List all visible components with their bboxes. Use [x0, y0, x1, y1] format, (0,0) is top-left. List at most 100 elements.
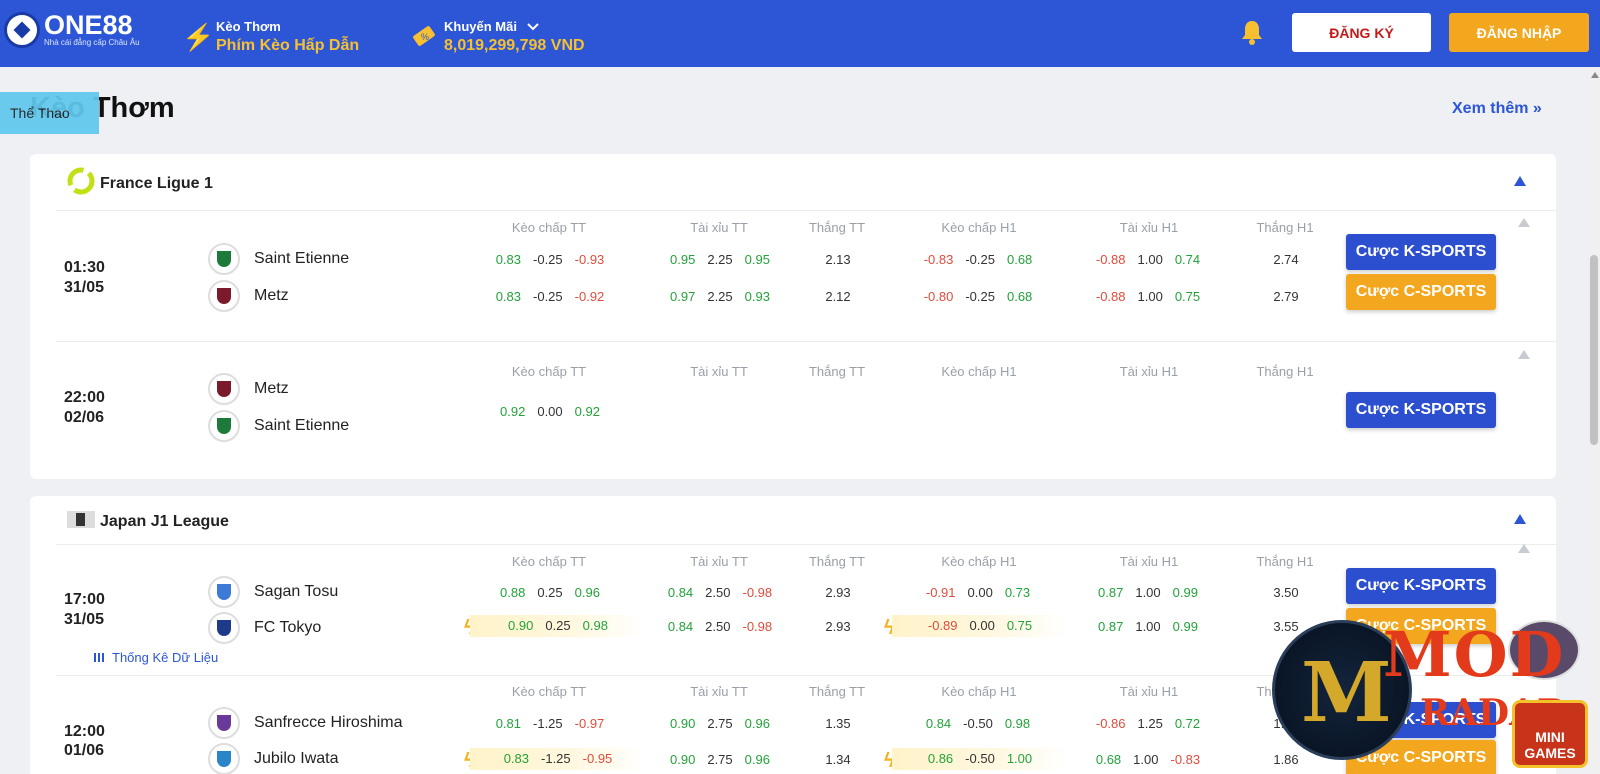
odds-win-tt[interactable]: 2.13	[808, 252, 868, 267]
odds-overunder-h1[interactable]: 0.87 1.00 0.99	[1068, 585, 1228, 600]
odds-overunder-h1[interactable]: -0.88 1.00 0.74	[1068, 252, 1228, 267]
team-away[interactable]: Saint Etienne	[208, 409, 349, 443]
row-collapse-icon[interactable]	[1518, 218, 1530, 227]
odds-handicap-tt-hot[interactable]: 0.83 -1.25 -0.95	[470, 748, 646, 770]
bet-c-sports-button[interactable]: Cược C-SPORTS	[1346, 274, 1496, 310]
row-collapse-icon[interactable]	[1518, 544, 1530, 553]
soccer-ball-icon	[4, 12, 40, 48]
chevron-down-icon[interactable]	[527, 18, 539, 36]
odds-overunder-tt[interactable]: 0.84 2.50 -0.98	[640, 619, 800, 634]
team-away[interactable]: FC Tokyo	[208, 611, 321, 645]
column-header: Thắng TT	[808, 684, 866, 699]
odds-win-tt[interactable]: 2.12	[808, 289, 868, 304]
team-name: Saint Etienne	[254, 417, 350, 434]
odds-handicap-h1[interactable]: 0.84 -0.50 0.98	[898, 716, 1058, 731]
scroll-up-arrow[interactable]	[1591, 72, 1599, 78]
match-time: 12:00	[64, 723, 105, 740]
team-crest-icon	[208, 373, 240, 405]
see-more-link[interactable]: Xem thêm »	[1452, 100, 1542, 118]
odds-handicap-h1[interactable]: -0.80 -0.25 0.68	[898, 289, 1058, 304]
column-header: Kèo chấp TT	[511, 554, 587, 569]
team-away[interactable]: Metz	[208, 279, 289, 313]
row-collapse-icon[interactable]	[1518, 350, 1530, 359]
odds-win-h1[interactable]: 3.50	[1256, 585, 1316, 600]
odds-win-h1[interactable]: 2.74	[1256, 252, 1316, 267]
match-time: 01:30	[64, 259, 105, 276]
odds-handicap-tt[interactable]: 0.92 0.00 0.92	[470, 404, 630, 419]
odds-win-h1[interactable]: 2.79	[1256, 289, 1316, 304]
column-header: Tài xỉu TT	[690, 684, 748, 699]
odds-overunder-tt[interactable]: 0.90 2.75 0.96	[640, 752, 800, 767]
odds-overunder-tt[interactable]: 0.84 2.50 -0.98	[640, 585, 800, 600]
column-header: Kèo chấp TT	[511, 364, 587, 379]
bet-k-sports-button[interactable]: Cược K-SPORTS	[1346, 568, 1496, 604]
site-logo[interactable]: ONE88 Nhà cái đẳng cấp Châu Âu	[4, 12, 140, 48]
team-home[interactable]: Metz	[208, 372, 289, 406]
team-name: Jubilo Iwata	[254, 750, 339, 767]
mini-games-button[interactable]: MINI GAMES	[1512, 700, 1588, 768]
scrollbar-thumb[interactable]	[1590, 255, 1598, 445]
odds-overunder-h1[interactable]: 0.68 1.00 -0.83	[1068, 752, 1228, 767]
odds-overunder-h1[interactable]: 0.87 1.00 0.99	[1068, 619, 1228, 634]
odds-handicap-tt[interactable]: 0.83 -0.25 -0.93	[470, 252, 630, 267]
odds-win-tt[interactable]: 2.93	[808, 619, 868, 634]
keo-thom-title: Kèo Thơm	[216, 19, 281, 34]
bet-k-sports-button[interactable]: Cược K-SPORTS	[1346, 234, 1496, 270]
match-row: 01:30 31/05 Saint Etienne Metz Kèo chấp …	[30, 210, 1556, 340]
keo-thom-menu[interactable]: ⚡ Kèo Thơm Phím Kèo Hấp Dẫn	[182, 18, 359, 56]
odds-overunder-tt[interactable]: 0.90 2.75 0.96	[640, 716, 800, 731]
odds-handicap-h1[interactable]: -0.83 -0.25 0.68	[898, 252, 1058, 267]
logo-name: ONE88	[44, 10, 133, 40]
odds-handicap-h1-hot[interactable]: -0.89 0.00 0.75	[892, 615, 1068, 637]
match-date: 02/06	[64, 409, 105, 426]
odds-overunder-tt[interactable]: 0.97 2.25 0.93	[640, 289, 800, 304]
match-time: 17:00	[64, 591, 105, 608]
sport-tag[interactable]: Thể Thao	[0, 92, 99, 134]
odds-overunder-tt[interactable]: 0.95 2.25 0.95	[640, 252, 800, 267]
ticket-icon: %	[410, 22, 436, 52]
column-header: Tài xỉu TT	[690, 554, 748, 569]
team-name: Metz	[254, 287, 289, 304]
team-home[interactable]: Sagan Tosu	[208, 575, 338, 609]
top-navigation-bar: ONE88 Nhà cái đẳng cấp Châu Âu ⚡ Kèo Thơ…	[0, 0, 1600, 67]
team-name: Sanfrecce Hiroshima	[254, 714, 403, 731]
collapse-toggle-icon[interactable]	[1514, 176, 1526, 186]
match-time: 22:00	[64, 389, 105, 406]
odds-handicap-tt[interactable]: 0.81 -1.25 -0.97	[470, 716, 630, 731]
register-button[interactable]: ĐĂNG KÝ	[1292, 13, 1431, 52]
team-away[interactable]: Jubilo Iwata	[208, 742, 339, 774]
match-row: 22:00 02/06 Metz Saint Etienne Kèo chấp …	[30, 350, 1556, 472]
login-button[interactable]: ĐĂNG NHẬP	[1449, 13, 1589, 52]
column-header: Kèo chấp H1	[941, 364, 1017, 379]
keo-thom-subtitle: Phím Kèo Hấp Dẫn	[216, 37, 360, 54]
odds-win-tt[interactable]: 2.93	[808, 585, 868, 600]
odds-handicap-tt[interactable]: 0.88 0.25 0.96	[470, 585, 630, 600]
team-home[interactable]: Sanfrecce Hiroshima	[208, 706, 403, 740]
stats-label: Thống Kê Dữ Liệu	[112, 650, 219, 665]
odds-handicap-tt-hot[interactable]: 0.90 0.25 0.98	[470, 615, 646, 637]
odds-handicap-tt[interactable]: 0.83 -0.25 -0.92	[470, 289, 630, 304]
odds-handicap-h1-hot[interactable]: 0.86 -0.50 1.00	[892, 748, 1068, 770]
collapse-toggle-icon[interactable]	[1514, 514, 1526, 524]
bet-k-sports-button[interactable]: Cược K-SPORTS	[1346, 392, 1496, 428]
odds-overunder-h1[interactable]: -0.86 1.25 0.72	[1068, 716, 1228, 731]
column-header: Thắng H1	[1256, 554, 1314, 569]
odds-handicap-h1[interactable]: -0.91 0.00 0.73	[898, 585, 1058, 600]
odds-win-tt[interactable]: 1.35	[808, 716, 868, 731]
promo-amount: 8,019,299,798 VND	[444, 37, 585, 54]
column-header: Thắng H1	[1256, 364, 1314, 379]
bell-icon[interactable]	[1238, 18, 1266, 46]
divider	[56, 341, 1556, 342]
team-name: Saint Etienne	[254, 250, 350, 267]
team-crest-icon	[208, 743, 240, 774]
odds-win-tt[interactable]: 1.34	[808, 752, 868, 767]
column-header: Tài xỉu H1	[1119, 220, 1179, 235]
ligue1-logo-icon	[66, 166, 96, 201]
promo-menu[interactable]: % Khuyến Mãi 8,019,299,798 VND	[410, 18, 585, 56]
promo-title: Khuyến Mãi	[444, 19, 517, 34]
team-crest-icon	[208, 410, 240, 442]
team-home[interactable]: Saint Etienne	[208, 242, 349, 276]
stats-link[interactable]: Thống Kê Dữ Liệu	[94, 650, 218, 665]
odds-overunder-h1[interactable]: -0.88 1.00 0.75	[1068, 289, 1228, 304]
odds-win-h1[interactable]: 1.86	[1256, 752, 1316, 767]
